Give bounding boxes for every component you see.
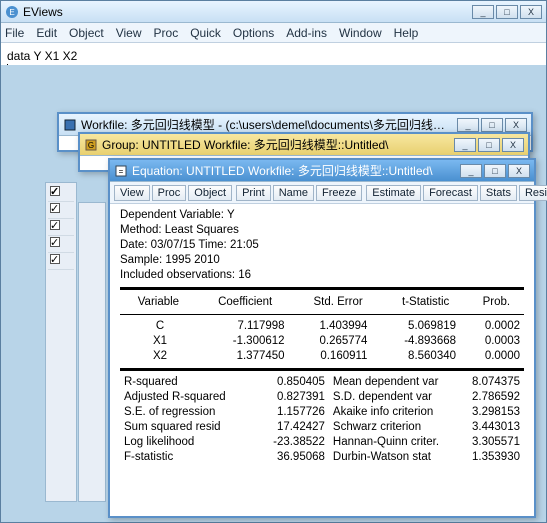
table-row: X2 1.377450 0.160911 8.560340 0.0000 <box>120 349 524 364</box>
equation-titlebar[interactable]: = Equation: UNTITLED Workfile: 多元回归线模型::… <box>110 160 534 182</box>
group-maximize-button[interactable]: □ <box>478 138 500 152</box>
app-close-button[interactable]: X <box>520 5 542 19</box>
col-header <box>48 185 74 202</box>
equation-output: Dependent Variable: Y Method: Least Squa… <box>110 204 534 471</box>
table-row: X1 -1.300612 0.265774 -4.893668 0.0003 <box>120 334 524 349</box>
menu-addins[interactable]: Add-ins <box>286 26 327 40</box>
menu-view[interactable]: View <box>116 26 142 40</box>
group-title: Group: UNTITLED Workfile: 多元回归线模型::Untit… <box>102 136 450 153</box>
workfile-icon <box>63 118 77 132</box>
tbtn-proc[interactable]: Proc <box>152 185 187 201</box>
svg-text:G: G <box>88 141 94 150</box>
tbtn-print[interactable]: Print <box>236 185 271 201</box>
workfile-title: Workfile: 多元回归线模型 - (c:\users\demel\docu… <box>81 116 453 133</box>
equation-maximize-button[interactable]: □ <box>484 164 506 178</box>
equation-close-button[interactable]: X <box>508 164 530 178</box>
command-text: data Y X1 X2 <box>7 49 540 63</box>
coefficient-rows: C 7.117998 1.403994 5.069819 0.0002 X1 -… <box>120 319 524 364</box>
col-tstat: t-Statistic <box>383 294 469 310</box>
workfile-side-strip <box>45 182 77 502</box>
coefficient-table: Variable Coefficient Std. Error t-Statis… <box>120 294 524 310</box>
app-title: EViews <box>23 5 468 19</box>
group-icon: G <box>84 138 98 152</box>
tbtn-name[interactable]: Name <box>273 185 314 201</box>
col-coefficient: Coefficient <box>197 294 294 310</box>
col-variable: Variable <box>120 294 197 310</box>
check-icon <box>50 186 60 196</box>
sample: Sample: 1995 2010 <box>120 253 524 268</box>
tbtn-object[interactable]: Object <box>188 185 232 201</box>
tbtn-forecast[interactable]: Forecast <box>423 185 478 201</box>
tbtn-view[interactable]: View <box>114 185 150 201</box>
svg-text:E: E <box>9 8 14 17</box>
menu-proc[interactable]: Proc <box>154 26 179 40</box>
svg-text:=: = <box>119 167 124 176</box>
table-row: C 7.117998 1.403994 5.069819 0.0002 <box>120 319 524 334</box>
menu-help[interactable]: Help <box>394 26 419 40</box>
menu-object[interactable]: Object <box>69 26 104 40</box>
stats-table: R-squared 0.850405 Mean dependent var 8.… <box>120 375 524 465</box>
workfile-maximize-button[interactable]: □ <box>481 118 503 132</box>
equation-title: Equation: UNTITLED Workfile: 多元回归线模型::Un… <box>132 162 456 179</box>
menu-options[interactable]: Options <box>233 26 274 40</box>
group-minimize-button[interactable]: _ <box>454 138 476 152</box>
app-maximize-button[interactable]: □ <box>496 5 518 19</box>
col-prob: Prob. <box>469 294 524 310</box>
equation-toolbar: View Proc Object Print Name Freeze Estim… <box>110 182 534 204</box>
menu-edit[interactable]: Edit <box>36 26 57 40</box>
workfile-close-button[interactable]: X <box>505 118 527 132</box>
tbtn-resids[interactable]: Resids <box>519 185 547 201</box>
menu-quick[interactable]: Quick <box>190 26 221 40</box>
app-minimize-button[interactable]: _ <box>472 5 494 19</box>
equation-window[interactable]: = Equation: UNTITLED Workfile: 多元回归线模型::… <box>108 158 536 518</box>
tbtn-freeze[interactable]: Freeze <box>316 185 362 201</box>
dep-var: Dependent Variable: Y <box>120 208 524 223</box>
date-time: Date: 03/07/15 Time: 21:05 <box>120 238 524 253</box>
menu-bar: File Edit Object View Proc Quick Options… <box>1 23 546 43</box>
eviews-icon: E <box>5 5 19 19</box>
col-stderror: Std. Error <box>294 294 383 310</box>
nobs: Included observations: 16 <box>120 268 524 283</box>
method: Method: Least Squares <box>120 223 524 238</box>
tbtn-estimate[interactable]: Estimate <box>366 185 421 201</box>
equation-minimize-button[interactable]: _ <box>460 164 482 178</box>
workfile-minimize-button[interactable]: _ <box>457 118 479 132</box>
app-titlebar[interactable]: E EViews _ □ X <box>1 1 546 23</box>
menu-file[interactable]: File <box>5 26 24 40</box>
tbtn-stats[interactable]: Stats <box>480 185 517 201</box>
group-titlebar[interactable]: G Group: UNTITLED Workfile: 多元回归线模型::Unt… <box>80 134 528 156</box>
menu-window[interactable]: Window <box>339 26 382 40</box>
group-close-button[interactable]: X <box>502 138 524 152</box>
equation-icon: = <box>114 164 128 178</box>
group-side-strip <box>78 202 106 502</box>
